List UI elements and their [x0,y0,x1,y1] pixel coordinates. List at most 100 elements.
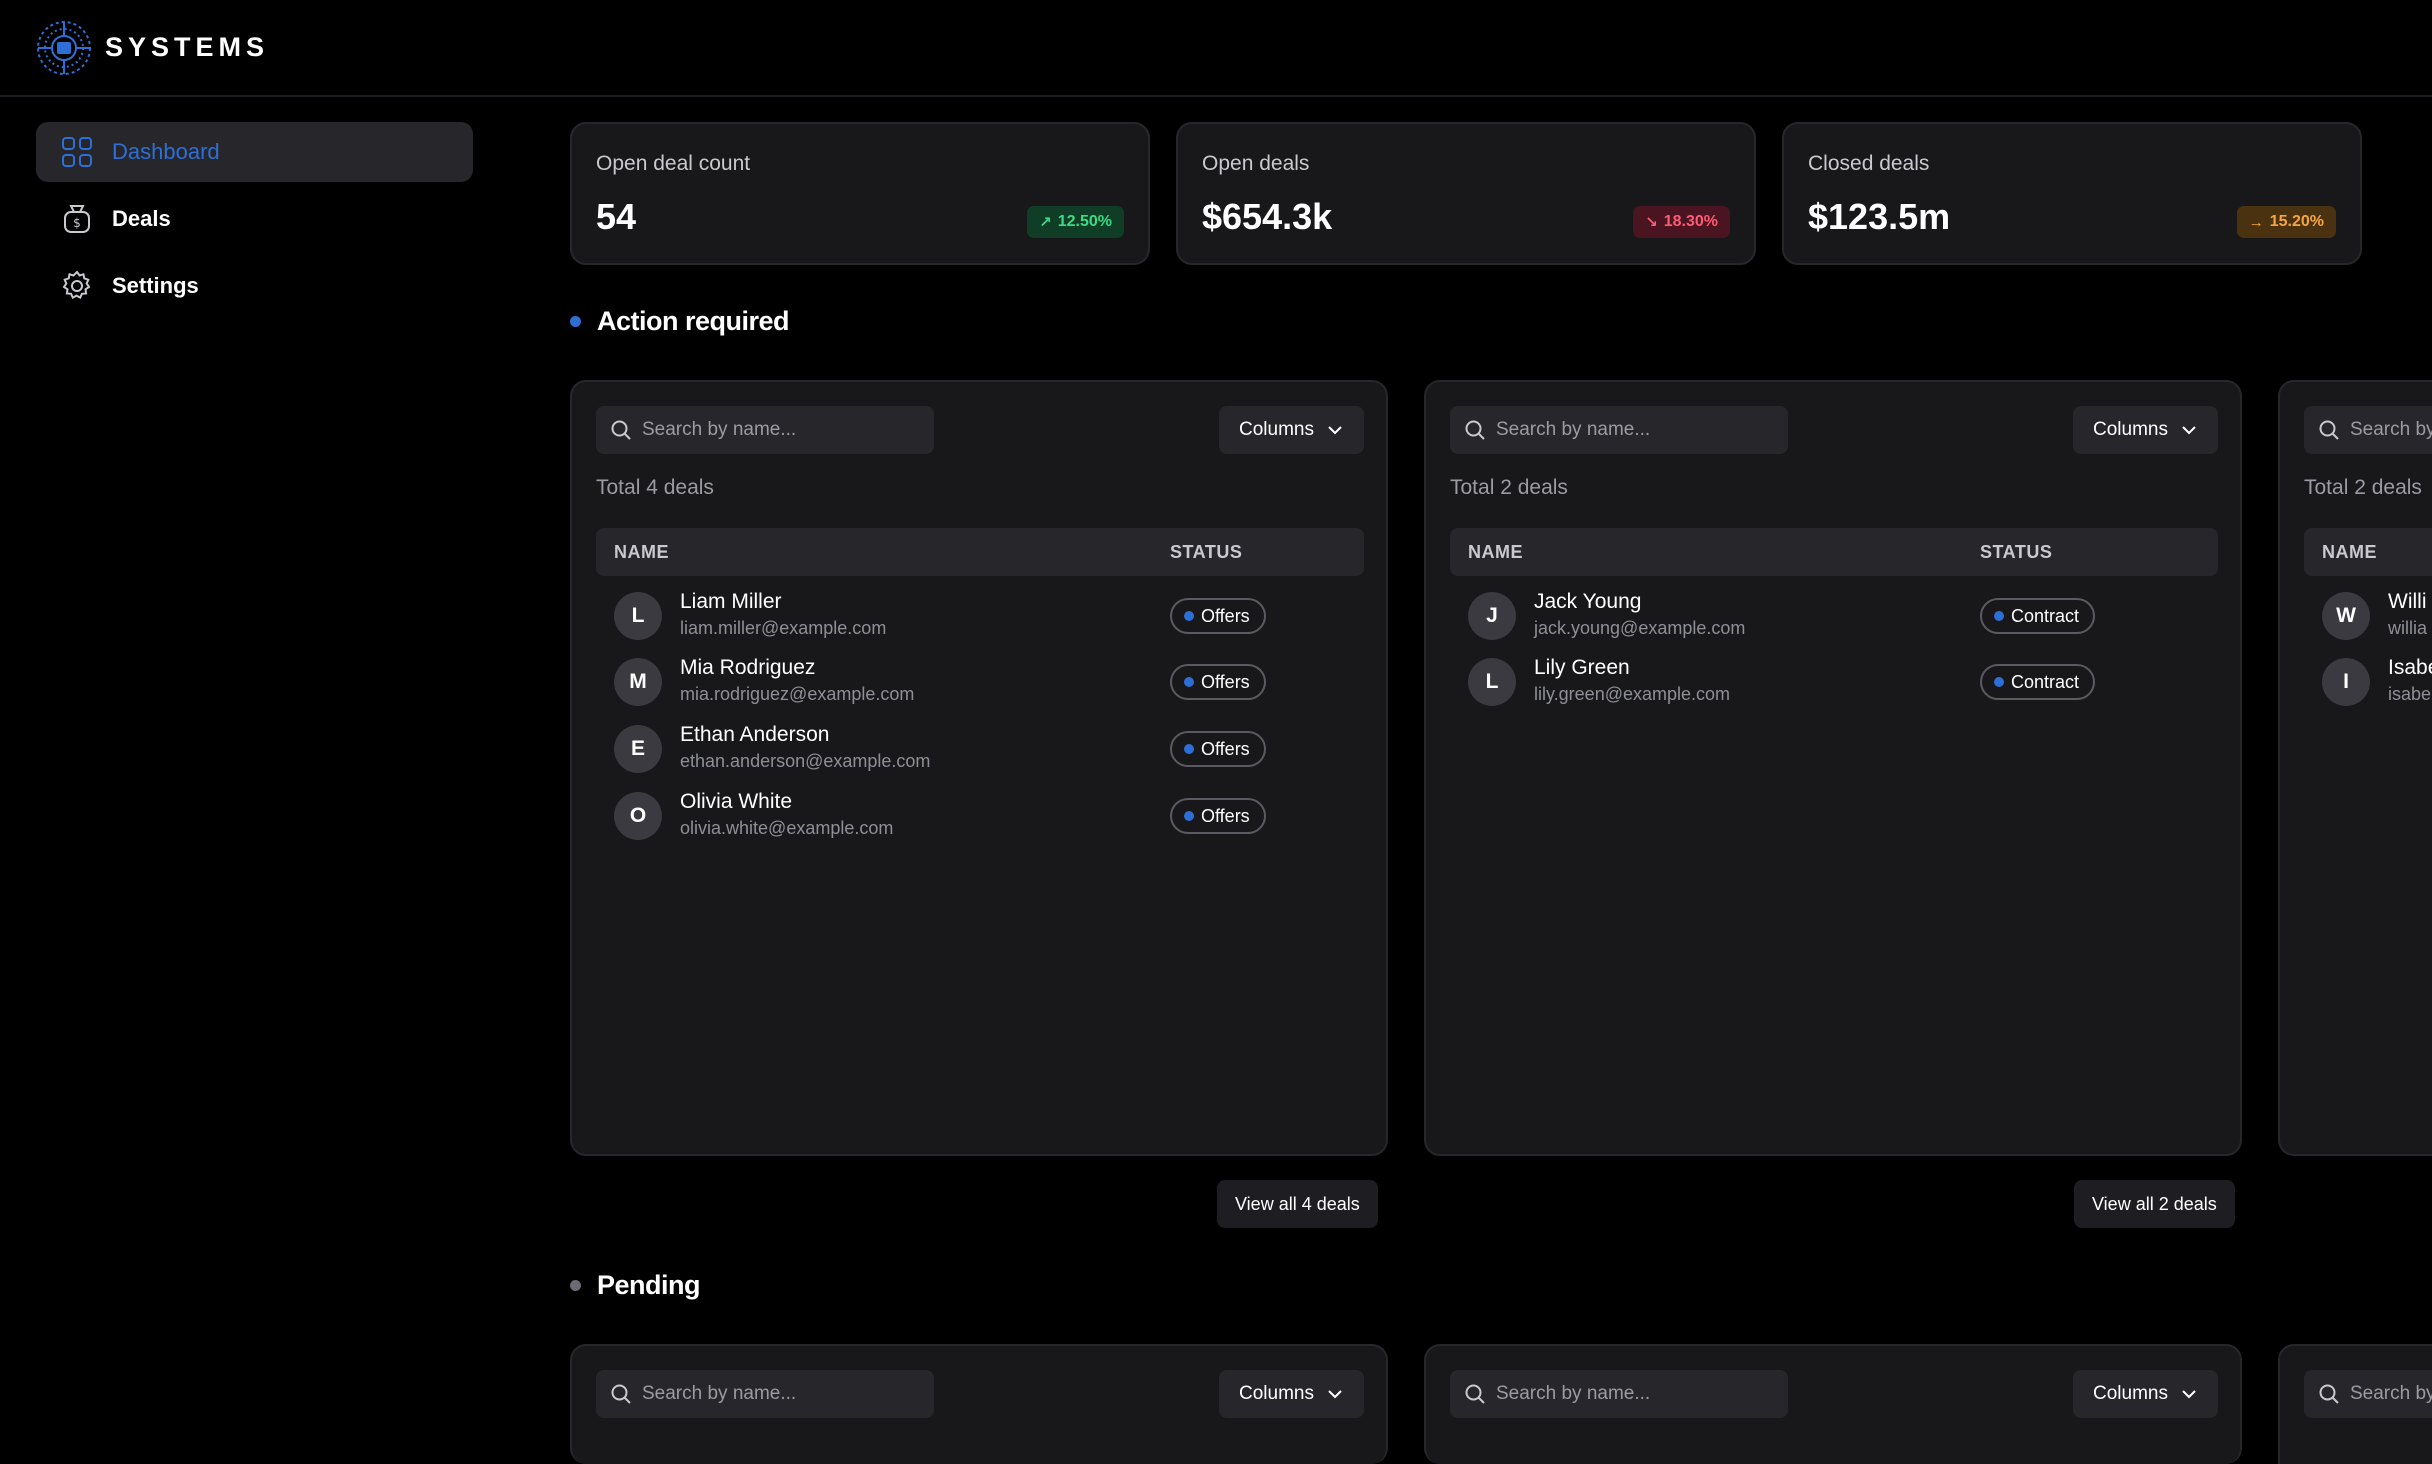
deals-panel-contract: Columns Total 2 deals NAME STATUS J Jack… [1424,380,2242,1156]
view-all-deals-button[interactable]: View all 2 deals [2074,1180,2235,1228]
stat-value: $654.3k [1202,196,1333,237]
search-box[interactable] [1450,406,1788,454]
deal-name: Ethan Anderson [680,723,830,746]
search-icon [611,1384,631,1404]
avatar: L [1468,658,1516,706]
status-text: Contract [2011,605,2080,626]
avatar: M [614,658,662,706]
trend-value: 15.20% [2269,213,2324,230]
search-input[interactable] [1496,1383,1776,1405]
deal-name: Olivia White [680,790,793,813]
sidebar-item-label: Dashboard [112,139,220,164]
status-dot [1184,611,1194,621]
sidebar-item-settings[interactable]: Settings [36,256,473,316]
search-icon [2319,420,2339,440]
status-dot [1184,811,1194,821]
status-badge: Offers [1170,798,1266,834]
search-input[interactable] [1496,419,1776,441]
chevron-down-icon [1328,1390,1342,1399]
deals-panel-partial: Total 2 deals NAME W Willi willia I Isab… [2278,380,2432,1156]
search-input[interactable] [642,1383,922,1405]
sidebar-item-deals[interactable]: $ Deals [36,189,473,249]
deal-email: jack.young@example.com [1534,618,1746,638]
search-input[interactable] [642,419,922,441]
search-box[interactable] [2304,406,2432,454]
search-icon [1465,420,1485,440]
search-box[interactable] [2304,1370,2432,1418]
deal-email: willia [2388,618,2428,638]
status-dot [1994,611,2004,621]
columns-label: Columns [1239,1383,1314,1404]
deal-name: Mia Rodriguez [680,656,816,679]
status-text: Offers [1201,605,1250,626]
search-box[interactable] [1450,1370,1788,1418]
table-row[interactable]: W Willi willia [2304,582,2432,648]
column-header-status[interactable]: STATUS [1980,542,2052,563]
column-header-name[interactable]: NAME [1468,542,1523,563]
chevron-down-icon [1328,426,1342,435]
deal-name: Willi [2388,590,2427,613]
search-icon [1465,1384,1485,1404]
section-title-action-required: Action required [570,306,790,337]
trend-badge: ↘ 18.30% [1633,206,1730,238]
column-header-name[interactable]: NAME [614,542,669,563]
status-dot [1184,677,1194,687]
columns-button[interactable]: Columns [1219,406,1364,454]
columns-button[interactable]: Columns [2073,1370,2218,1418]
svg-text:$: $ [73,216,81,230]
columns-button[interactable]: Columns [2073,406,2218,454]
columns-label: Columns [2093,1383,2168,1404]
status-badge: Offers [1170,664,1266,700]
trend-value: 18.30% [1663,213,1718,230]
status-text: Offers [1201,805,1250,826]
table-row[interactable]: L Lily Green lily.green@example.com Cont… [1450,648,2218,714]
table-row[interactable]: E Ethan Anderson ethan.anderson@example.… [596,715,1364,781]
columns-label: Columns [1239,419,1314,440]
table-header: NAME STATUS [1450,528,2218,576]
status-text: Offers [1201,738,1250,759]
deal-name: Lily Green [1534,656,1630,679]
table-row[interactable]: M Mia Rodriguez mia.rodriguez@example.co… [596,648,1364,714]
search-input[interactable] [2350,419,2432,441]
stat-label: Open deal count [596,152,751,175]
table-row[interactable]: O Olivia White olivia.white@example.com … [596,782,1364,848]
search-box[interactable] [596,1370,934,1418]
pending-panel: Columns [570,1344,1388,1464]
arrow-right-icon: → [2248,213,2264,231]
column-header-status[interactable]: STATUS [1170,542,1242,563]
search-icon [2319,1384,2339,1404]
section-title-pending: Pending [570,1270,701,1301]
section-title-text: Pending [597,1270,701,1300]
trend-badge: → 15.20% [2236,206,2336,238]
deal-name: Liam Miller [680,590,782,613]
avatar: I [2322,658,2370,706]
table-header: NAME STATUS [596,528,1364,576]
view-all-deals-button[interactable]: View all 4 deals [1217,1180,1378,1228]
table-row[interactable]: L Liam Miller liam.miller@example.com Of… [596,582,1364,648]
status-text: Offers [1201,671,1250,692]
top-header: SYSTEMS [0,0,2432,97]
brand-name: SYSTEMS [105,32,270,62]
sidebar-item-dashboard[interactable]: Dashboard [36,122,473,182]
total-deals: Total 4 deals [596,476,714,499]
avatar: J [1468,592,1516,640]
stat-label: Closed deals [1808,152,1930,175]
table-row[interactable]: I Isabe isabe [2304,648,2432,714]
avatar: L [614,592,662,640]
total-deals: Total 2 deals [2304,476,2422,499]
deals-panel-offers: Columns Total 4 deals NAME STATUS L Liam… [570,380,1388,1156]
table-row[interactable]: J Jack Young jack.young@example.com Cont… [1450,582,2218,648]
grid-icon [62,137,92,167]
status-badge: Contract [1980,598,2096,634]
chevron-down-icon [2182,1390,2196,1399]
total-deals: Total 2 deals [1450,476,1568,499]
columns-button[interactable]: Columns [1219,1370,1364,1418]
status-badge: Offers [1170,598,1266,634]
search-box[interactable] [596,406,934,454]
arrow-down-right-icon: ↘ [1645,214,1658,231]
column-header-name[interactable]: NAME [2322,542,2377,563]
status-badge: Offers [1170,731,1266,767]
search-input[interactable] [2350,1383,2432,1405]
stat-card-open-deal-count: Open deal count 54 ↗ 12.50% [570,122,1150,265]
table-header: NAME [2304,528,2432,576]
